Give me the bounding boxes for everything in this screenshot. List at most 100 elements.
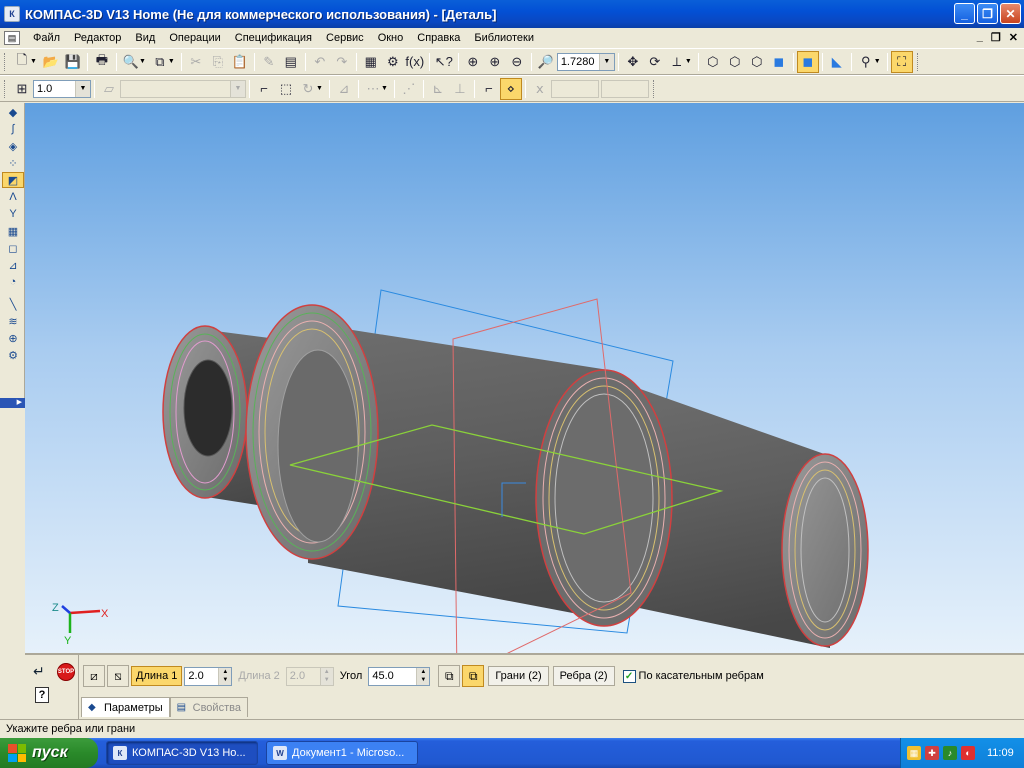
doc-restore-button[interactable]: ❐: [991, 31, 1001, 44]
restore-button[interactable]: ❐: [977, 3, 998, 24]
rotate-icon[interactable]: ⟳: [644, 51, 666, 73]
auxiliary-geometry-icon[interactable]: Λ: [2, 189, 24, 205]
length1-label[interactable]: Длина 1: [131, 666, 183, 686]
reference-icon[interactable]: ⊕: [2, 330, 24, 346]
line-segment-icon[interactable]: ╲: [2, 296, 24, 312]
pan-icon[interactable]: ✥: [622, 51, 644, 73]
panel-expand-icon[interactable]: ▶: [0, 398, 25, 408]
snap-icon[interactable]: ⊞: [11, 78, 33, 100]
toolbar-grip[interactable]: [4, 52, 7, 71]
start-button[interactable]: пуск: [0, 738, 98, 768]
menu-file[interactable]: Файл: [26, 32, 67, 44]
direction-icon[interactable]: ⧉: [438, 665, 461, 687]
spinner-icon[interactable]: ▲ ▼: [416, 667, 430, 685]
tree-view-icon[interactable]: ⛶: [890, 50, 913, 73]
local-cs-icon[interactable]: ⋰: [398, 78, 420, 100]
shaded-edges-icon[interactable]: ◼: [796, 50, 819, 73]
angle-input[interactable]: 45.0 ▲ ▼: [368, 666, 431, 686]
taskbar-item-word[interactable]: W Документ1 - Microso...: [266, 741, 418, 765]
menu-editor[interactable]: Редактор: [67, 32, 128, 44]
cut-icon[interactable]: ✂: [185, 51, 207, 73]
orthogonal-icon[interactable]: ⊾: [427, 78, 449, 100]
layer-icon[interactable]: ▱: [98, 78, 120, 100]
plane-icon[interactable]: ⊿: [333, 78, 355, 100]
selection-filter-icon[interactable]: ◔: [2, 274, 24, 290]
tab-parameters[interactable]: ◆ Параметры: [81, 697, 170, 717]
line-scale-input[interactable]: 1.0 ▼: [33, 79, 91, 98]
tab-properties[interactable]: ▤ Свойства: [169, 697, 248, 717]
cursor-coords-icon[interactable]: ⅹ: [529, 78, 551, 100]
sheet-metal-icon[interactable]: ◻: [2, 240, 24, 256]
shaded-icon[interactable]: ◼: [768, 51, 790, 73]
layers-icon[interactable]: ≋: [2, 313, 24, 329]
tangent-edges-checkbox[interactable]: ✓ По касательным ребрам: [622, 666, 764, 686]
edit-sketch-icon[interactable]: ⬚: [275, 78, 297, 100]
surfaces-icon[interactable]: ◈: [2, 138, 24, 154]
library-manager-icon[interactable]: ▦: [360, 51, 382, 73]
model-properties-icon[interactable]: ⚙: [2, 347, 24, 363]
doc-close-button[interactable]: ✕: [1009, 31, 1018, 44]
reverse-direction-icon[interactable]: ⧉: [462, 665, 485, 687]
properties-icon[interactable]: ▤: [280, 51, 302, 73]
zoom-in-icon[interactable]: ⊕: [484, 51, 506, 73]
open-folder-icon[interactable]: 📂: [40, 51, 62, 73]
perspective-icon[interactable]: ◣: [826, 51, 848, 73]
menu-view[interactable]: Вид: [128, 32, 162, 44]
checkmark-icon[interactable]: ✓: [622, 669, 636, 683]
measure-icon[interactable]: ⊿: [2, 257, 24, 273]
minimize-button[interactable]: _: [954, 3, 975, 24]
redo-icon[interactable]: ↷: [331, 51, 353, 73]
close-button[interactable]: ✕: [1000, 3, 1021, 24]
chamfer-tool-icon[interactable]: ◩: [2, 172, 24, 188]
spinner-icon[interactable]: ▲ ▼: [218, 667, 232, 685]
length1-input[interactable]: 2.0 ▲ ▼: [184, 666, 233, 686]
cs-icon[interactable]: ⊥: [449, 78, 471, 100]
network-icon[interactable]: ▦: [907, 746, 921, 760]
toolbar-grip-end[interactable]: [652, 79, 656, 98]
wireframe-icon[interactable]: ⬡: [702, 51, 724, 73]
diagnostics-icon[interactable]: Y: [2, 206, 24, 222]
zoom-scale-icon[interactable]: 🔎: [535, 51, 557, 73]
context-help-icon[interactable]: ↖?: [433, 51, 455, 73]
print-icon[interactable]: 🖶: [91, 51, 113, 73]
menu-help[interactable]: Справка: [410, 32, 467, 44]
thin-hidden-lines-icon[interactable]: ⬡: [746, 51, 768, 73]
chevron-down-icon[interactable]: ▼: [230, 80, 245, 97]
edges-button[interactable]: Ребра (2): [552, 666, 615, 686]
hidden-lines-icon[interactable]: ⬡: [724, 51, 746, 73]
arrays-icon[interactable]: ⁘: [2, 155, 24, 171]
create-object-icon[interactable]: ↵: [33, 663, 45, 680]
round-mode-icon[interactable]: ⌐: [478, 78, 500, 100]
stop-button[interactable]: STOP: [57, 663, 75, 681]
antivirus-icon[interactable]: ◐: [961, 746, 975, 760]
faces-button[interactable]: Грани (2): [488, 666, 549, 686]
format-brush-icon[interactable]: ✎: [258, 51, 280, 73]
menu-libraries[interactable]: Библиотеки: [467, 32, 541, 44]
model-viewport[interactable]: X Y Z: [25, 103, 1024, 653]
function-fx-icon[interactable]: f(x): [404, 51, 426, 73]
variables-icon[interactable]: ⚙: [382, 51, 404, 73]
zoom-window-icon[interactable]: ⊕: [462, 51, 484, 73]
help-icon[interactable]: ?: [35, 687, 49, 703]
chevron-down-icon[interactable]: ▼: [75, 80, 90, 97]
chamfer-type-distance-icon[interactable]: ⧄: [83, 665, 105, 687]
menu-window[interactable]: Окно: [371, 32, 411, 44]
menu-service[interactable]: Сервис: [319, 32, 371, 44]
layer-select[interactable]: ▼: [120, 79, 246, 98]
toolbar-grip[interactable]: [4, 79, 7, 98]
chevron-down-icon[interactable]: ▼: [598, 53, 614, 70]
security-icon[interactable]: ✚: [925, 746, 939, 760]
paste-icon[interactable]: 📋: [229, 51, 251, 73]
zoom-scale-input[interactable]: 1.7280 ▼: [556, 52, 615, 71]
snap-points-icon[interactable]: ⋄: [499, 77, 522, 100]
undo-icon[interactable]: ↶: [309, 51, 331, 73]
clock[interactable]: 11:09: [987, 747, 1014, 759]
zoom-out-icon[interactable]: ⊖: [506, 51, 528, 73]
menu-operations[interactable]: Операции: [162, 32, 227, 44]
edit-part-icon[interactable]: ◆: [2, 104, 24, 120]
chamfer-type-angle-icon[interactable]: ⧅: [107, 665, 129, 687]
3d-model-canvas[interactable]: X Y Z: [25, 103, 1024, 653]
save-icon[interactable]: 💾: [62, 51, 84, 73]
toolbar-grip-end[interactable]: [916, 52, 920, 71]
sketch-icon[interactable]: ⌐: [253, 78, 275, 100]
